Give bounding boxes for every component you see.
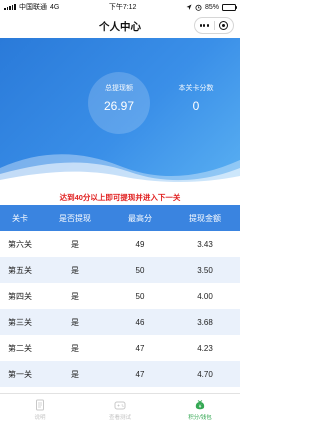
- level-score-stat: 本关卡分数 0: [165, 83, 227, 113]
- table-row: 第三关 是 46 3.68: [0, 309, 240, 335]
- cell-withdrawn: 是: [71, 291, 79, 301]
- cell-amount: 4.70: [197, 369, 213, 379]
- document-icon: [36, 399, 44, 411]
- svg-text:¥: ¥: [199, 404, 202, 410]
- table-header: 关卡 是否提现 最高分 提现金额: [0, 205, 240, 231]
- withdrawal-notice: 达到40分以上即可提现并进入下一关: [0, 190, 240, 204]
- header-level: 关卡: [12, 213, 28, 223]
- cell-amount: 4.00: [197, 291, 213, 301]
- level-score-value: 0: [192, 99, 200, 113]
- cell-withdrawn: 是: [71, 343, 79, 353]
- cell-high-score: 49: [135, 239, 145, 249]
- cell-amount: 4.23: [197, 343, 213, 353]
- cell-level: 第一关: [8, 369, 32, 379]
- level-score-label: 本关卡分数: [178, 85, 214, 92]
- level-table: 关卡 是否提现 最高分 提现金额 第六关 是 49 3.43 第五关 是 50 …: [0, 205, 240, 387]
- header-high-score: 最高分: [128, 213, 152, 223]
- location-icon: [186, 4, 192, 10]
- cell-high-score: 47: [135, 369, 145, 379]
- cell-high-score: 50: [135, 265, 145, 275]
- cell-withdrawn: 是: [71, 317, 79, 327]
- table-row: 第一关 是 47 4.70: [0, 361, 240, 387]
- table-row: 第四关 是 50 4.00: [0, 283, 240, 309]
- more-dots-icon: [199, 24, 209, 27]
- tab-view-test[interactable]: 查看测试: [80, 394, 160, 426]
- cell-withdrawn: 是: [71, 265, 79, 275]
- cell-level: 第四关: [8, 291, 32, 301]
- tab-instructions[interactable]: 说明: [0, 394, 80, 426]
- cell-withdrawn: 是: [71, 369, 79, 379]
- cell-level: 第二关: [8, 343, 32, 353]
- more-button[interactable]: [195, 18, 214, 33]
- wallet-icon: ¥: [195, 400, 205, 410]
- signal-icon: [4, 4, 16, 10]
- network-label: 4G: [49, 3, 60, 11]
- header-withdrawn: 是否提现: [59, 213, 91, 223]
- carrier-label: 中国联通: [18, 4, 47, 11]
- cell-high-score: 47: [135, 343, 145, 353]
- header-amount: 提现金额: [189, 213, 221, 223]
- tab-points-wallet-label: 积分/钱包: [188, 415, 212, 421]
- time-label: 下午7:12: [108, 4, 137, 11]
- total-withdrawal-label: 总提现额: [105, 85, 133, 92]
- total-withdrawal-value: 26.97: [103, 99, 135, 113]
- tab-view-test-label: 查看测试: [108, 415, 131, 421]
- cell-level: 第五关: [8, 265, 32, 275]
- cell-level: 第六关: [8, 239, 32, 249]
- nav-bar: 个人中心: [0, 14, 240, 38]
- table-row: 第二关 是 47 4.23: [0, 335, 240, 361]
- table-row: 第六关 是 49 3.43: [0, 231, 240, 257]
- cell-amount: 3.68: [197, 317, 213, 327]
- tab-points-wallet[interactable]: ¥ 积分/钱包: [160, 394, 240, 426]
- tab-bar: 说明 查看测试 ¥ 积分/钱包: [0, 393, 240, 426]
- tab-instructions-label: 说明: [34, 415, 46, 421]
- game-icon: [114, 401, 126, 410]
- cell-level: 第三关: [8, 317, 32, 327]
- close-target-icon: [219, 21, 229, 30]
- page-title: 个人中心: [99, 20, 141, 33]
- total-withdrawal-stat: 总提现额 26.97: [88, 72, 150, 134]
- battery-icon: [221, 3, 238, 11]
- cell-high-score: 50: [135, 291, 145, 301]
- close-button[interactable]: [214, 18, 233, 33]
- wave-decoration: [0, 154, 240, 190]
- alarm-icon: [195, 4, 202, 11]
- cell-amount: 3.50: [197, 265, 213, 275]
- battery-percent: 85%: [204, 3, 219, 11]
- table-row: 第五关 是 50 3.50: [0, 257, 240, 283]
- mini-program-capsule: [194, 17, 234, 34]
- stats-banner: 总提现额 26.97 本关卡分数 0: [0, 38, 240, 190]
- status-bar: 中国联通 4G 下午7:12 85%: [0, 0, 240, 14]
- cell-amount: 3.43: [197, 239, 213, 249]
- cell-withdrawn: 是: [71, 239, 79, 249]
- cell-high-score: 46: [135, 317, 145, 327]
